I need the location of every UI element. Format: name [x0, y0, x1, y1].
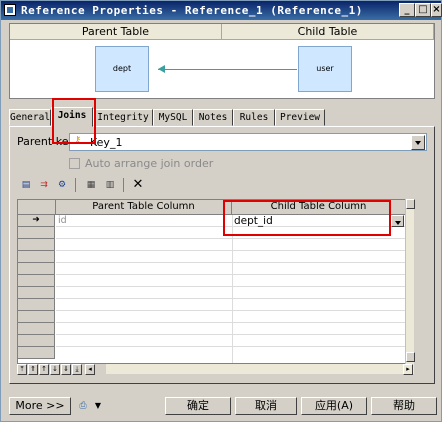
- parent-key-select[interactable]: ⚷ Key_1: [69, 133, 427, 151]
- reference-diagram: Parent Table Child Table dept user: [9, 23, 435, 99]
- window-icon: [4, 4, 16, 16]
- tab-integrity[interactable]: Integrity: [93, 109, 153, 126]
- key-icon: ⚷: [74, 135, 82, 146]
- row-divider: [56, 250, 406, 251]
- scroll-left-icon[interactable]: ◂: [85, 364, 95, 375]
- arrow-head-icon: [158, 65, 165, 73]
- grid-navigation-bar: ⤒ ⇑ ↑ ↓ ⇓ ⤓ ◂: [17, 364, 106, 375]
- row-header[interactable]: [18, 275, 55, 287]
- add-columns-icon[interactable]: ▥: [102, 178, 118, 192]
- help-button[interactable]: 帮助: [371, 397, 437, 415]
- row-header[interactable]: [18, 287, 55, 299]
- print-icon[interactable]: ⎙: [75, 399, 91, 413]
- scroll-down-button[interactable]: [406, 352, 415, 362]
- reference-link: [158, 69, 297, 70]
- parent-key-value: Key_1: [90, 136, 123, 149]
- auto-arrange-label: Auto arrange join order: [85, 157, 214, 170]
- tab-preview[interactable]: Preview: [275, 109, 325, 126]
- move-up-page-icon[interactable]: ⇑: [28, 364, 38, 375]
- reference-properties-dialog: Reference Properties - Reference_1 (Refe…: [0, 0, 442, 422]
- reuse-columns-icon[interactable]: ⚙: [54, 178, 70, 192]
- row-divider: [56, 334, 406, 335]
- child-column-dropdown[interactable]: [391, 215, 404, 227]
- joins-grid: Parent Table Column Child Table Column ➜…: [17, 199, 414, 364]
- parent-entity[interactable]: dept: [95, 46, 149, 92]
- move-top-icon[interactable]: ⤒: [17, 364, 27, 375]
- row-header[interactable]: [18, 335, 55, 347]
- child-entity[interactable]: user: [298, 46, 352, 92]
- auto-arrange-checkbox[interactable]: [69, 158, 80, 169]
- row-divider: [56, 298, 406, 299]
- row-header[interactable]: [18, 263, 55, 275]
- ok-button[interactable]: 确定: [165, 397, 231, 415]
- delete-icon[interactable]: ✕: [130, 178, 146, 192]
- close-button[interactable]: ×: [431, 3, 442, 17]
- row-divider: [56, 274, 406, 275]
- row-header[interactable]: [18, 227, 55, 239]
- tab-general[interactable]: General: [9, 109, 51, 126]
- row-header[interactable]: [18, 311, 55, 323]
- scroll-up-button[interactable]: [406, 199, 415, 209]
- minimize-button[interactable]: _: [399, 3, 415, 17]
- grid-horizontal-scrollbar[interactable]: ▸: [106, 364, 414, 375]
- properties-icon[interactable]: ▤: [18, 178, 34, 192]
- apply-button[interactable]: 应用(A): [301, 397, 367, 415]
- parent-table-header: Parent Table: [10, 24, 222, 40]
- row-divider: [56, 286, 406, 287]
- move-down-icon[interactable]: ↓: [50, 364, 60, 375]
- child-table-header: Child Table: [222, 24, 434, 40]
- tab-mysql[interactable]: MySQL: [153, 109, 193, 126]
- insert-row-icon[interactable]: ▦: [83, 178, 99, 192]
- window-title: Reference Properties - Reference_1 (Refe…: [21, 4, 363, 17]
- row-divider: [56, 226, 406, 227]
- scroll-right-icon[interactable]: ▸: [403, 364, 413, 375]
- more-button[interactable]: More >>: [9, 397, 71, 415]
- cancel-button[interactable]: 取消: [235, 397, 297, 415]
- parent-column-header[interactable]: Parent Table Column: [56, 200, 232, 215]
- row-header[interactable]: [18, 323, 55, 335]
- row-header[interactable]: [18, 299, 55, 311]
- move-bottom-icon[interactable]: ⤓: [72, 364, 82, 375]
- move-up-icon[interactable]: ↑: [39, 364, 49, 375]
- toolbar-separator: [75, 178, 76, 192]
- row-divider: [56, 238, 406, 239]
- row-divider: [56, 310, 406, 311]
- row-header[interactable]: [18, 239, 55, 251]
- grid-vertical-scrollbar[interactable]: [405, 199, 415, 364]
- tab-rules[interactable]: Rules: [233, 109, 275, 126]
- current-row-arrow-icon[interactable]: ➜: [18, 215, 55, 227]
- child-column-header[interactable]: Child Table Column: [232, 200, 406, 215]
- row-header[interactable]: [18, 347, 55, 359]
- parent-column-cell[interactable]: id: [58, 215, 67, 226]
- maximize-button[interactable]: □: [415, 3, 431, 17]
- row-divider: [56, 262, 406, 263]
- row-header[interactable]: [18, 251, 55, 263]
- row-divider: [56, 322, 406, 323]
- move-down-page-icon[interactable]: ⇓: [61, 364, 71, 375]
- tab-joins[interactable]: Joins: [51, 107, 93, 127]
- row-divider: [56, 346, 406, 347]
- chevron-down-icon[interactable]: [411, 135, 425, 150]
- title-bar: Reference Properties - Reference_1 (Refe…: [1, 1, 442, 20]
- chevron-down-icon[interactable]: ▼: [90, 399, 106, 413]
- grid-corner: [18, 200, 56, 215]
- tab-notes[interactable]: Notes: [193, 109, 233, 126]
- add-row-icon[interactable]: ⇉: [36, 178, 52, 192]
- toolbar-separator: [123, 178, 124, 192]
- child-column-cell[interactable]: dept_id: [234, 215, 273, 227]
